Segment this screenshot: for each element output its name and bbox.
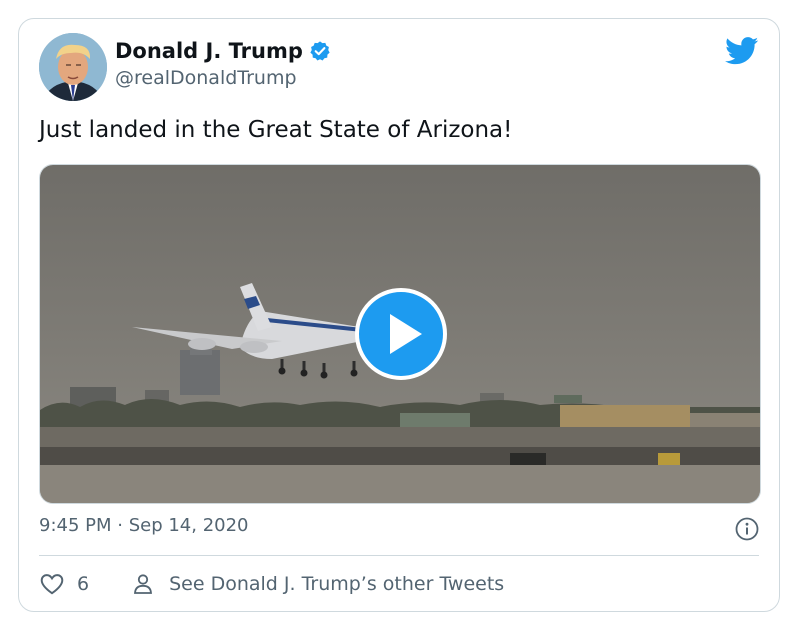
video-player[interactable] [39,164,761,504]
person-icon [134,574,153,594]
divider [39,555,759,556]
avatar-image [39,33,107,101]
info-icon[interactable] [735,517,759,541]
tweet-card: Donald J. Trump @realDonaldTrump Just la… [18,18,780,612]
author-name[interactable]: Donald J. Trump [115,39,303,63]
play-icon [390,314,422,354]
twitter-bird-icon[interactable] [725,37,759,65]
tweet-text: Just landed in the Great State of Arizon… [39,117,513,143]
tweet-timestamp[interactable]: 9:45 PM · Sep 14, 2020 [39,515,249,536]
like-button[interactable]: 6 [39,571,89,597]
like-count: 6 [77,573,90,595]
author-handle[interactable]: @realDonaldTrump [115,67,297,89]
see-other-tweets-label: See Donald J. Trump’s other Tweets [169,573,505,595]
avatar[interactable] [39,33,107,101]
play-button[interactable] [355,288,447,380]
see-other-tweets-link[interactable]: See Donald J. Trump’s other Tweets [131,572,504,596]
heart-icon [40,574,64,595]
tweet-actions: 6 See Donald J. Trump’s other Tweets [39,571,504,597]
author-name-row: Donald J. Trump [115,39,331,63]
verified-badge-icon [310,41,330,61]
